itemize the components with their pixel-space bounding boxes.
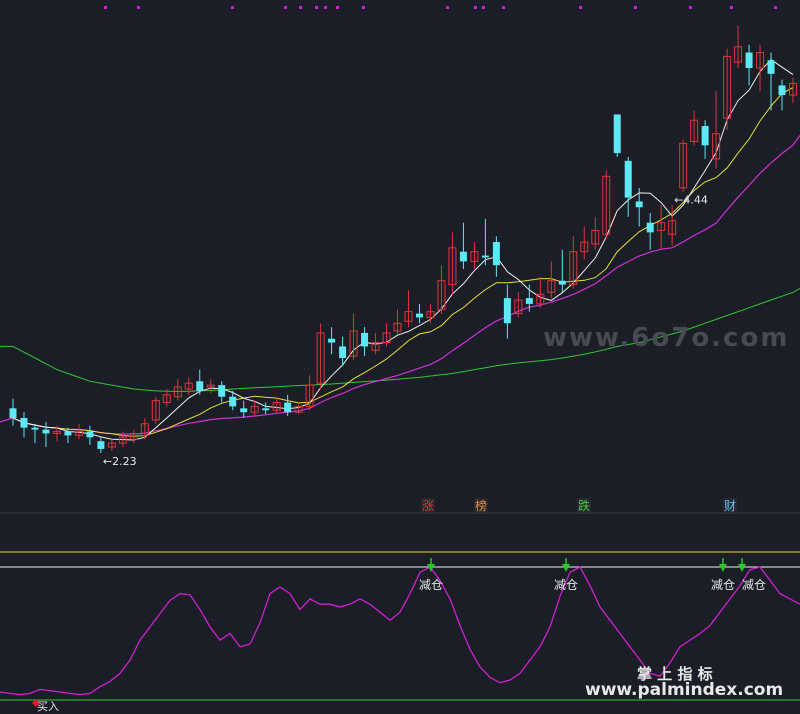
candle-body [624, 160, 632, 198]
band-tag-bang: 榜 [475, 498, 487, 513]
candle-body [481, 255, 489, 258]
candle-body [646, 222, 654, 233]
candle-body [240, 408, 248, 413]
marker-dot [634, 6, 637, 9]
signal-label: 减仓 [419, 578, 443, 592]
marker-dot [315, 6, 318, 9]
candle-body [229, 396, 237, 407]
marker-dot [579, 6, 582, 9]
chart-canvas: ←4.44←2.23 涨榜跌财 减仓 减仓 减仓 减仓买入 www.6o7o.com … [0, 0, 800, 714]
band-tag-die: 跌 [578, 498, 590, 513]
marker-dot [446, 6, 449, 9]
candle-body [196, 381, 204, 391]
candle-body [20, 417, 28, 428]
candle-body [613, 114, 621, 154]
candle-body [97, 441, 105, 449]
signal-label: 减仓 [554, 578, 578, 592]
candle-body [767, 60, 775, 74]
marker-dot [362, 6, 365, 9]
price-annotation: ←2.23 [103, 455, 137, 468]
signal-label: 减仓 [711, 578, 735, 592]
candle-body [558, 280, 566, 285]
price-annotation: ←4.44 [674, 193, 708, 206]
watermark-site: www.6o7o.com [543, 323, 789, 353]
candle-body [459, 251, 467, 262]
candle-body [415, 313, 423, 318]
marker-dot [502, 6, 505, 9]
candle-body [635, 201, 643, 208]
candle-body [701, 126, 709, 146]
candle-body [778, 85, 786, 96]
buy-label: 买入 [37, 700, 59, 713]
candle-body [9, 408, 17, 418]
candle-body [361, 332, 369, 347]
candle-body [328, 338, 336, 343]
candle-body [503, 298, 511, 324]
watermark-brand-url: www.palmindex.com [585, 680, 783, 700]
candle-body [339, 346, 347, 359]
candle-body [284, 402, 292, 413]
candle-body [492, 242, 500, 266]
candle-body [262, 408, 270, 411]
marker-dot [137, 6, 140, 9]
band-tag-zhang: 涨 [422, 498, 434, 513]
marker-dot [730, 6, 733, 9]
chart-background [0, 0, 800, 714]
marker-dot [299, 6, 302, 9]
candle-body [745, 52, 753, 69]
candle-body [31, 427, 39, 430]
marker-dot [284, 6, 287, 9]
candle [613, 114, 621, 157]
marker-dot [324, 6, 327, 9]
marker-dot [774, 6, 777, 9]
candle-body [42, 429, 50, 434]
marker-dot [231, 6, 234, 9]
band-tag-cai: 财 [724, 499, 736, 513]
marker-dot [104, 6, 107, 9]
candle-body [64, 431, 72, 436]
candle-body [525, 298, 533, 304]
marker-dot [689, 6, 692, 9]
marker-dot [336, 6, 339, 9]
marker-dot [474, 6, 477, 9]
candle-body [218, 385, 226, 397]
marker-dot [482, 6, 485, 9]
candle-body [86, 431, 94, 438]
signal-label: 减仓 [742, 578, 766, 592]
